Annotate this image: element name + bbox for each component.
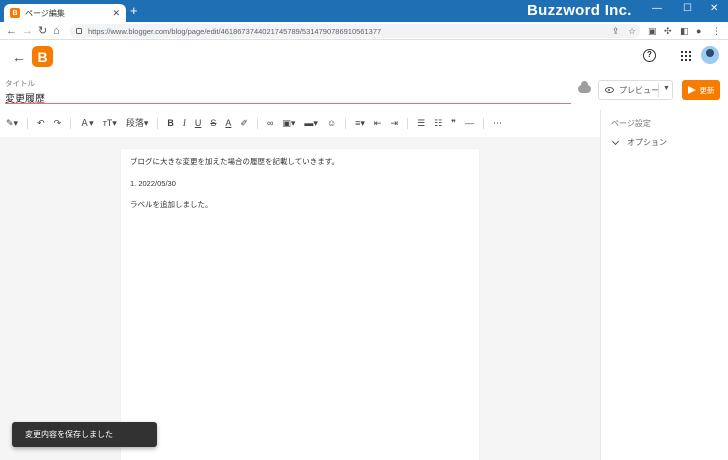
title-label: タイトル xyxy=(5,79,35,88)
divider xyxy=(27,117,29,129)
quote-icon[interactable]: ❞ xyxy=(451,117,456,129)
image-icon[interactable]: ▣▾ xyxy=(282,117,295,129)
body-paragraph[interactable]: 1. 2022/05/30 xyxy=(130,179,176,188)
snackbar-message: 変更内容を保存しました xyxy=(25,430,113,439)
divider xyxy=(658,83,659,97)
back-arrow-icon[interactable]: ← xyxy=(12,49,26,65)
title-underline xyxy=(5,103,571,104)
avatar[interactable] xyxy=(701,46,719,64)
editor-canvas[interactable] xyxy=(121,149,479,460)
window-close-button[interactable]: ✕ xyxy=(710,3,718,14)
undo-icon[interactable]: ↶ xyxy=(37,117,45,129)
horizontal-rule-icon[interactable]: — xyxy=(465,117,474,129)
preview-button[interactable]: プレビュー ▼ xyxy=(598,80,673,100)
redo-icon[interactable]: ↷ xyxy=(54,117,62,129)
help-icon[interactable]: ? xyxy=(643,49,656,62)
font-size-icon[interactable]: ᴛT▾ xyxy=(103,117,117,129)
divider xyxy=(70,117,72,129)
forward-nav-icon[interactable]: → xyxy=(22,24,33,38)
extension-icon[interactable]: ▣ xyxy=(648,25,657,37)
send-icon xyxy=(687,86,696,94)
paragraph-dropdown[interactable]: 段落▾ xyxy=(126,117,149,129)
paragraph-label: 段落 xyxy=(125,118,144,128)
pen-mode-icon[interactable]: ✎▾ xyxy=(6,117,18,129)
divider xyxy=(483,117,485,129)
browser-tab[interactable]: B ページ編集 ✕ xyxy=(4,4,126,22)
divider xyxy=(256,117,258,129)
link-icon[interactable]: ∞ xyxy=(267,117,273,129)
home-icon[interactable]: ⌂ xyxy=(53,24,60,38)
browser-tabstrip: B ページ編集 ✕ + Buzzword Inc. — ☐ ✕ xyxy=(0,0,728,22)
minimize-button[interactable]: — xyxy=(652,3,662,14)
brand-watermark: Buzzword Inc. xyxy=(527,2,632,19)
url-input[interactable]: https://www.blogger.com/blog/page/edit/4… xyxy=(70,24,640,38)
italic-icon[interactable]: I xyxy=(183,117,186,129)
cloud-saved-icon xyxy=(578,81,591,93)
divider xyxy=(345,117,347,129)
bold-icon[interactable]: B xyxy=(167,117,174,129)
strikethrough-icon[interactable]: S xyxy=(210,117,216,129)
profile-icon[interactable]: ● xyxy=(696,25,701,37)
text-color-icon[interactable]: A xyxy=(225,117,231,129)
divider xyxy=(157,117,159,129)
update-label: 更新 xyxy=(699,85,715,95)
indent-increase-icon[interactable]: ⇥ xyxy=(390,117,398,129)
numbered-list-icon[interactable]: ☷ xyxy=(434,117,442,129)
puzzle-icon[interactable]: ✣ xyxy=(664,25,672,37)
more-options-icon[interactable]: ⋯ xyxy=(493,117,502,129)
preview-label: プレビュー xyxy=(619,85,659,95)
sidebar-icon[interactable]: ◧ xyxy=(680,25,689,37)
font-icon[interactable]: Ａ▾ xyxy=(80,117,94,129)
emoji-icon[interactable]: ☺ xyxy=(327,117,336,129)
url-text: https://www.blogger.com/blog/page/edit/4… xyxy=(88,26,382,36)
app-header: ← B ? xyxy=(0,41,728,73)
blogger-logo[interactable]: B xyxy=(32,46,53,67)
indent-decrease-icon[interactable]: ⇤ xyxy=(374,117,382,129)
lock-icon xyxy=(76,28,82,34)
align-icon[interactable]: ≡▾ xyxy=(355,117,365,129)
underline-icon[interactable]: U xyxy=(195,117,202,129)
options-label: オプション xyxy=(627,138,667,147)
menu-icon[interactable]: ⋮ xyxy=(712,25,721,37)
video-icon[interactable]: ▬▾ xyxy=(304,117,318,129)
saved-snackbar: 変更内容を保存しました xyxy=(12,422,157,447)
apps-grid-icon[interactable] xyxy=(681,51,691,61)
page-settings-panel: ページ設定 オプション xyxy=(600,110,728,460)
star-icon[interactable]: ☆ xyxy=(628,25,636,37)
back-nav-icon[interactable]: ← xyxy=(6,24,17,38)
tab-close-icon[interactable]: ✕ xyxy=(112,8,120,19)
page-settings-title: ページ設定 xyxy=(611,119,651,128)
options-toggle[interactable]: オプション xyxy=(611,137,667,148)
blogger-favicon-icon: B xyxy=(10,8,20,18)
chevron-down-icon xyxy=(611,137,620,145)
body-paragraph[interactable]: ラベルを追加しました。 xyxy=(130,199,213,210)
caret-down-icon[interactable]: ▼ xyxy=(663,85,670,92)
eye-icon xyxy=(605,87,614,93)
tab-title: ページ編集 xyxy=(25,8,65,18)
share-icon[interactable]: ⇪ xyxy=(612,25,620,37)
bulleted-list-icon[interactable]: ☰ xyxy=(417,117,425,129)
highlight-icon[interactable]: ✐ xyxy=(240,117,248,129)
update-button[interactable]: 更新 xyxy=(682,80,720,100)
body-paragraph[interactable]: ブログに大きな変更を加えた場合の履歴を記載していきます。 xyxy=(130,156,339,167)
reload-icon[interactable]: ↻ xyxy=(38,24,47,38)
new-tab-button[interactable]: + xyxy=(130,4,138,18)
address-bar-row: ← → ↻ ⌂ https://www.blogger.com/blog/pag… xyxy=(0,22,728,40)
maximize-button[interactable]: ☐ xyxy=(683,3,692,14)
divider xyxy=(407,117,409,129)
format-toolbar: ✎▾ ↶ ↷ Ａ▾ ᴛT▾ 段落▾ B I U S A ✐ ∞ ▣▾ ▬▾ ☺ … xyxy=(0,113,600,133)
